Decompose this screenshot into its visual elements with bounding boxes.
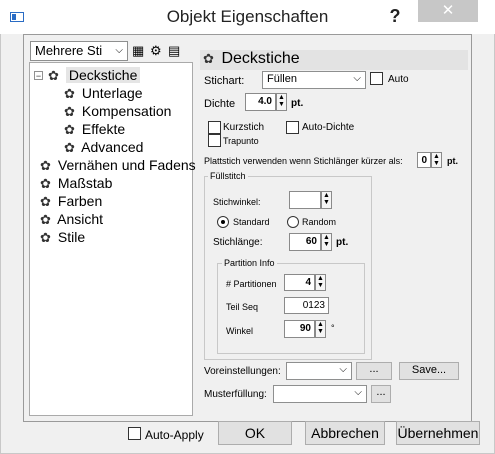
film-icon[interactable]: ▤: [168, 43, 180, 59]
chevron-down-icon: ⌵: [339, 364, 347, 375]
plattstich-spinner[interactable]: ▲ ▼: [431, 152, 442, 168]
winkel-unit: °: [331, 323, 335, 333]
plattstich-label: Plattstich verwenden wenn Stichlänger kü…: [204, 156, 403, 166]
abbrechen-button[interactable]: Abbrechen: [305, 421, 385, 445]
tree-item-vernahen[interactable]: ✿ Vernähen und Fadens: [40, 157, 196, 174]
help-button[interactable]: ?: [380, 3, 410, 29]
trapunto-checkbox[interactable]: [208, 134, 221, 147]
voreinstellungen-label: Voreinstellungen:: [204, 366, 281, 377]
musterfullung-select[interactable]: ⌵: [273, 385, 367, 403]
voreinstellungen-browse-button[interactable]: ...: [356, 362, 392, 380]
fullstitch-label: Füllstitch: [208, 171, 248, 181]
grid-icon[interactable]: ▦: [132, 43, 144, 59]
gear-icon: ✿: [64, 140, 75, 155]
stichart-label: Stichart:: [204, 75, 245, 87]
tree-item-advanced[interactable]: ✿ Advanced: [64, 139, 143, 156]
auto-checkbox[interactable]: [370, 72, 383, 85]
gear-icon: ✿: [40, 230, 51, 245]
stichlange-spinner[interactable]: ▲ ▼: [321, 233, 332, 251]
gear-icon: ✿: [48, 68, 59, 83]
stichwinkel-label: Stichwinkel:: [213, 197, 261, 207]
tree-item-kompensation[interactable]: ✿ Kompensation: [64, 103, 171, 120]
gear-icon: ✿: [64, 104, 75, 119]
dichte-label: Dichte: [204, 98, 236, 110]
tree-item-massstab[interactable]: ✿ Maßstab: [40, 175, 112, 192]
style-dropdown[interactable]: Mehrere Sti ⌵: [30, 41, 128, 61]
auto-label: Auto: [388, 74, 409, 85]
plattstich-input[interactable]: 0: [417, 152, 431, 168]
random-radio[interactable]: [287, 216, 299, 228]
voreinstellungen-select[interactable]: ⌵: [286, 362, 352, 380]
collapse-icon[interactable]: −: [34, 71, 43, 81]
partitionen-spinner[interactable]: ▲ ▼: [315, 274, 326, 291]
partitionen-label: # Partitionen: [226, 279, 277, 289]
ubernehmen-button[interactable]: Übernehmen: [396, 421, 480, 445]
gears-icon[interactable]: ⚙: [150, 43, 162, 59]
save-button[interactable]: Save...: [399, 362, 459, 380]
stichlange-unit: pt.: [336, 237, 349, 248]
stichlange-label: Stichlänge:: [213, 237, 263, 248]
autoapply-label: Auto-Apply: [145, 428, 204, 442]
gear-icon: ✿: [40, 194, 51, 209]
partitionen-input[interactable]: 4: [284, 274, 315, 291]
chevron-down-icon: ⌵: [115, 45, 123, 56]
stichart-select[interactable]: Füllen ⌵: [262, 71, 366, 89]
tree-item-farben[interactable]: ✿ Farben: [40, 193, 102, 210]
plattstich-unit: pt.: [447, 156, 458, 166]
kurzstich-checkbox[interactable]: [208, 121, 221, 134]
ok-button[interactable]: OK: [218, 421, 292, 445]
settings-tree: − ✿ Deckstiche ✿ Unterlage ✿ Kompensatio…: [29, 62, 196, 416]
trapunto-label: Trapunto: [223, 136, 259, 146]
teilseq-label: Teil Seq: [226, 302, 259, 312]
standard-label: Standard: [233, 217, 270, 227]
tree-item-unterlage[interactable]: ✿ Unterlage: [64, 85, 143, 102]
dichte-input[interactable]: 4.0: [245, 93, 276, 111]
chevron-down-icon: ⌵: [354, 387, 362, 398]
winkel-input[interactable]: 90: [284, 320, 315, 338]
chevron-down-icon: ⌵: [353, 73, 361, 84]
teilseq-input[interactable]: 0123: [284, 297, 329, 314]
stichwinkel-spinner[interactable]: ▲ ▼: [321, 191, 332, 209]
musterfullung-browse-button[interactable]: ...: [371, 385, 391, 403]
winkel-spinner[interactable]: ▲ ▼: [315, 320, 326, 338]
gear-icon: ✿: [40, 212, 51, 227]
standard-radio[interactable]: [217, 216, 229, 228]
dichte-unit: pt.: [291, 98, 304, 109]
tree-item-ansicht[interactable]: ✿ Ansicht: [40, 211, 103, 228]
random-label: Random: [302, 217, 337, 227]
gear-icon: ✿: [40, 176, 51, 191]
close-button[interactable]: ✕: [418, 0, 478, 22]
dichte-spinner[interactable]: ▲ ▼: [276, 93, 287, 111]
winkel-label: Winkel: [226, 326, 254, 336]
kurzstich-label: Kurzstich: [223, 122, 265, 133]
gear-icon: ✿: [64, 86, 75, 101]
section-header: ✿ Deckstiche: [200, 50, 468, 70]
gear-icon: ✿: [40, 158, 51, 173]
app-icon: [10, 12, 24, 22]
partition-label: Partition Info: [222, 258, 277, 268]
stichlange-input[interactable]: 60: [289, 233, 321, 251]
tree-item-deckstiche[interactable]: ✿ Deckstiche: [48, 67, 141, 84]
gear-icon: ✿: [203, 51, 214, 66]
tree-item-stile[interactable]: ✿ Stile: [40, 229, 85, 246]
autodichte-label: Auto-Dichte: [302, 122, 355, 133]
autoapply-checkbox[interactable]: [128, 427, 141, 440]
stichwinkel-input[interactable]: [289, 191, 321, 209]
tree-item-effekte[interactable]: ✿ Effekte: [64, 121, 125, 138]
autodichte-checkbox[interactable]: [286, 121, 299, 134]
window-title: Objekt Eigenschaften: [166, 7, 329, 26]
musterfullung-label: Musterfüllung:: [204, 389, 267, 400]
gear-icon: ✿: [64, 122, 75, 137]
